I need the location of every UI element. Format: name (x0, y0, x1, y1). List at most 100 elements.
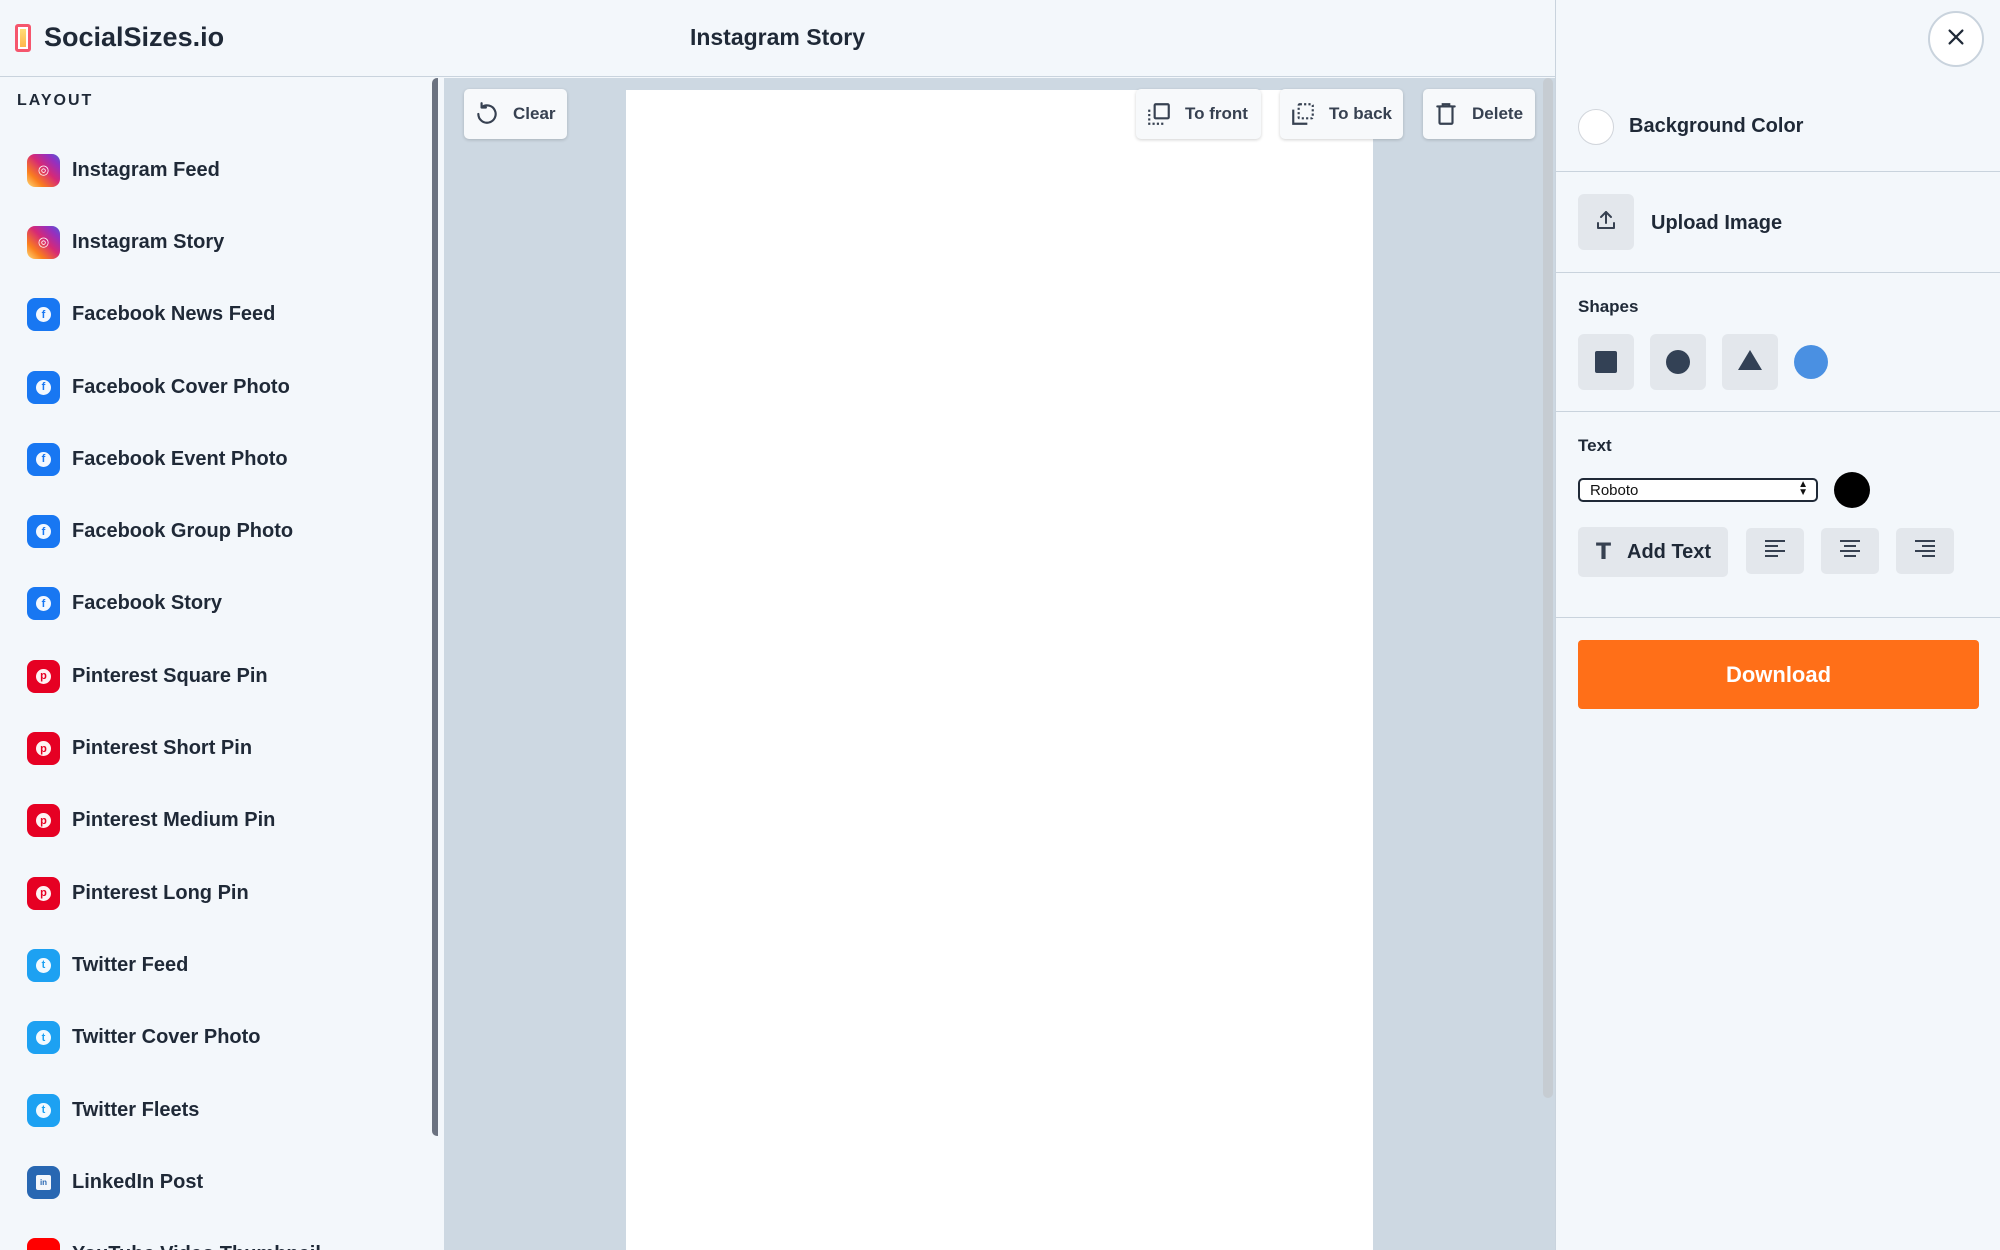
square-icon (1595, 351, 1617, 373)
facebook-icon: f (27, 587, 60, 621)
sidebar-item[interactable]: p Pinterest Long Pin (0, 857, 430, 929)
triangle-icon (1737, 348, 1763, 377)
header: SocialSizes.io Instagram Story (0, 0, 1555, 77)
pinterest-icon: p (27, 876, 60, 910)
delete-label: Delete (1472, 104, 1524, 123)
design-canvas[interactable] (626, 90, 1373, 1250)
align-left-button[interactable] (1746, 528, 1804, 574)
background-color-swatch[interactable] (1578, 109, 1614, 145)
clear-button[interactable]: Clear (464, 89, 567, 139)
sidebar-item[interactable]: f Facebook News Feed (0, 279, 430, 351)
text-title: Text (1578, 436, 1612, 455)
upload-image-section: Upload Image (1556, 172, 2000, 273)
close-button[interactable] (1928, 11, 1984, 67)
sidebar-item-label: Twitter Feed (72, 953, 189, 976)
sidebar-heading: LAYOUT (17, 92, 94, 109)
sidebar-item[interactable]: ▶ YouTube Video Thumbnail (0, 1218, 430, 1250)
properties-panel: Background Color Upload Image Shapes Tex… (1555, 0, 2000, 1250)
to-front-button[interactable]: To front (1136, 89, 1261, 139)
send-to-back-icon (1289, 100, 1317, 128)
pinterest-icon: p (27, 732, 60, 766)
facebook-icon: f (27, 515, 60, 549)
align-right-icon (1914, 539, 1936, 564)
facebook-icon: f (27, 298, 60, 332)
sidebar-item-label: Facebook Group Photo (72, 520, 294, 543)
align-right-button[interactable] (1896, 528, 1954, 574)
upload-icon (1594, 208, 1618, 237)
background-color-label: Background Color (1629, 115, 1804, 137)
sidebar-item[interactable]: p Pinterest Short Pin (0, 712, 430, 784)
align-center-icon (1839, 539, 1861, 564)
sidebar-item[interactable]: p Pinterest Square Pin (0, 640, 430, 712)
add-text-label: Add Text (1627, 540, 1712, 563)
sidebar-item-label: Instagram Story (72, 230, 225, 253)
sidebar-item[interactable]: t Twitter Feed (0, 929, 430, 1001)
sidebar-item-label: YouTube Video Thumbnail (72, 1243, 321, 1250)
sidebar-item[interactable]: t Twitter Fleets (0, 1074, 430, 1146)
page-title: Instagram Story (689, 24, 866, 50)
instagram-icon: ◎ (27, 153, 60, 187)
bring-to-front-icon (1145, 100, 1173, 128)
pinterest-icon: p (27, 659, 60, 693)
sidebar-item[interactable]: f Facebook Event Photo (0, 423, 430, 495)
linkedin-icon: in (27, 1165, 60, 1199)
shape-color-swatch[interactable] (1794, 345, 1828, 379)
font-select[interactable]: Roboto ▲ ▼ (1578, 478, 1818, 502)
sidebar-item-label: Pinterest Short Pin (72, 737, 253, 760)
shapes-title: Shapes (1578, 297, 1639, 316)
sidebar-item-label: Pinterest Long Pin (72, 881, 249, 904)
canvas-workspace: Clear To front To back Delete (444, 78, 1555, 1250)
text-section: Text Roboto ▲ ▼ T Add Text (1556, 412, 2000, 618)
reset-icon (473, 100, 501, 128)
clear-label: Clear (513, 104, 556, 123)
sidebar-item[interactable]: f Facebook Story (0, 568, 430, 640)
pinterest-icon: p (27, 804, 60, 838)
add-text-button[interactable]: T Add Text (1578, 527, 1728, 577)
sidebar-item[interactable]: f Facebook Cover Photo (0, 351, 430, 423)
sidebar-item-label: Twitter Fleets (72, 1098, 200, 1121)
sidebar-item[interactable]: ◎ Instagram Story (0, 206, 430, 278)
add-triangle-button[interactable] (1722, 334, 1778, 390)
align-center-button[interactable] (1821, 528, 1879, 574)
sidebar-item-label: Pinterest Square Pin (72, 664, 268, 687)
upload-image-button[interactable] (1578, 194, 1634, 250)
add-circle-button[interactable] (1650, 334, 1706, 390)
text-color-swatch[interactable] (1834, 472, 1870, 508)
align-left-icon (1764, 539, 1786, 564)
font-select-value: Roboto (1590, 481, 1639, 499)
twitter-icon: t (27, 1021, 60, 1055)
sidebar-item[interactable]: f Facebook Group Photo (0, 495, 430, 567)
to-front-label: To front (1185, 104, 1248, 123)
sidebar-item[interactable]: t Twitter Cover Photo (0, 1002, 430, 1074)
text-icon: T (1596, 539, 1612, 565)
shapes-section: Shapes (1556, 273, 2000, 412)
sidebar: LAYOUT ◎ Instagram Feed ◎ Instagram Story f F… (0, 78, 438, 1250)
circle-icon (1666, 350, 1690, 374)
sidebar-item-label: Facebook News Feed (72, 303, 276, 326)
close-icon (1945, 26, 1967, 53)
workspace-scrollbar[interactable] (1543, 78, 1553, 1098)
download-button[interactable]: Download (1578, 640, 1979, 709)
delete-button[interactable]: Delete (1423, 89, 1535, 139)
sidebar-item-label: Pinterest Medium Pin (72, 809, 276, 832)
sidebar-item[interactable]: ◎ Instagram Feed (0, 134, 430, 206)
to-back-button[interactable]: To back (1280, 89, 1403, 139)
upload-image-label: Upload Image (1651, 212, 1783, 234)
sidebar-item-label: Instagram Feed (72, 158, 220, 181)
sidebar-item[interactable]: p Pinterest Medium Pin (0, 785, 430, 857)
sidebar-item[interactable]: in LinkedIn Post (0, 1146, 430, 1218)
twitter-icon: t (27, 948, 60, 982)
sidebar-item-label: Facebook Event Photo (72, 447, 288, 470)
trash-icon (1432, 100, 1460, 128)
sidebar-list: ◎ Instagram Feed ◎ Instagram Story f Facebook… (0, 134, 430, 1250)
background-color-section: Background Color (1556, 78, 2000, 172)
add-square-button[interactable] (1578, 334, 1634, 390)
sidebar-item-label: Facebook Cover Photo (72, 375, 290, 398)
to-back-label: To back (1329, 104, 1392, 123)
select-arrows-icon: ▲ ▼ (1798, 479, 1808, 498)
twitter-icon: t (27, 1093, 60, 1127)
youtube-icon: ▶ (27, 1238, 60, 1250)
sidebar-scrollbar[interactable] (432, 78, 438, 1136)
instagram-icon: ◎ (27, 225, 60, 259)
sidebar-item-label: Facebook Story (72, 592, 223, 615)
